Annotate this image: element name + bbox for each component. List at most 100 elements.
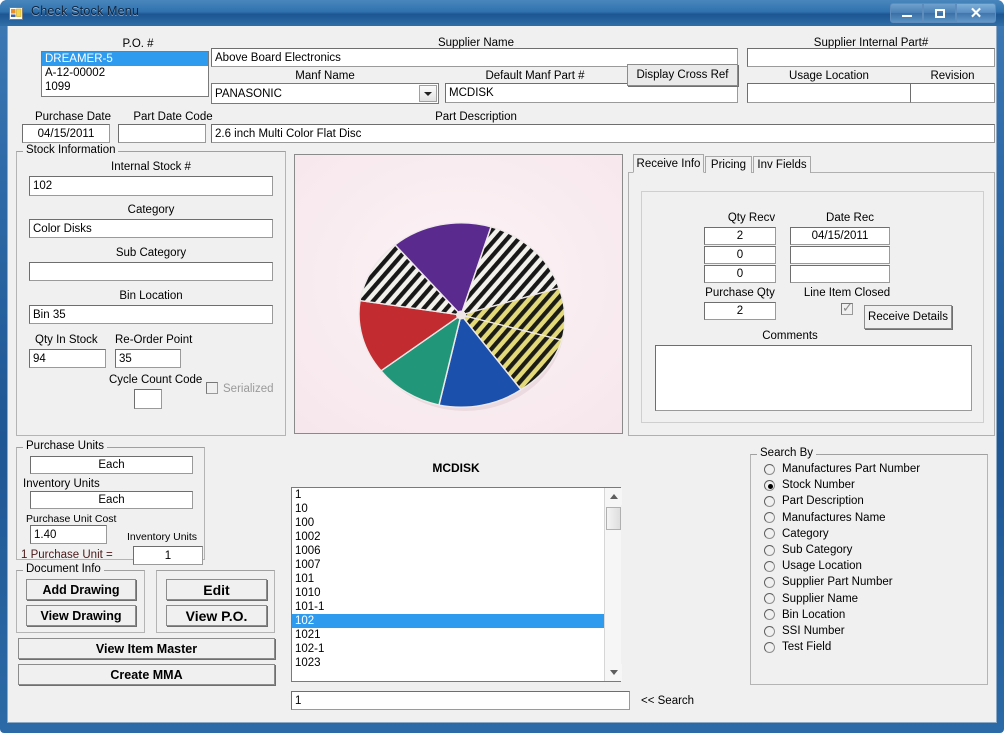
radio-icon[interactable] bbox=[764, 593, 775, 605]
search-option-label: Part Description bbox=[782, 495, 864, 508]
conversion-value-field[interactable]: 1 bbox=[133, 546, 203, 565]
po-list-item[interactable]: 1099 bbox=[42, 80, 208, 94]
radio-icon[interactable] bbox=[764, 544, 775, 556]
radio-icon[interactable] bbox=[764, 528, 775, 540]
internal-stock-field[interactable]: 102 bbox=[29, 176, 273, 196]
qty-recv-field-1[interactable]: 2 bbox=[704, 227, 776, 245]
list-item[interactable]: 1010 bbox=[292, 586, 620, 600]
serialized-checkbox[interactable] bbox=[206, 382, 218, 394]
radio-icon[interactable] bbox=[764, 576, 775, 588]
list-item[interactable]: 1002 bbox=[292, 530, 620, 544]
display-cross-ref-button[interactable]: Display Cross Ref bbox=[627, 64, 738, 86]
usage-location-field[interactable] bbox=[747, 83, 911, 103]
purchase-qty-field[interactable]: 2 bbox=[704, 302, 776, 320]
po-number-listbox[interactable]: DREAMER-5 A-12-00002 1099 bbox=[41, 51, 209, 97]
results-scrollbar[interactable] bbox=[604, 488, 622, 681]
results-listbox[interactable]: 1 10 100 1002 1006 1007 101 1010 101-1 102 1021 102… bbox=[291, 487, 621, 682]
date-rec-field-2[interactable] bbox=[790, 246, 890, 264]
search-option-label: Supplier Name bbox=[782, 592, 859, 605]
add-drawing-button[interactable]: Add Drawing bbox=[26, 579, 136, 600]
search-option-bin-location[interactable]: Bin Location bbox=[764, 609, 845, 621]
purchase-date-field[interactable]: 04/15/2011 bbox=[22, 124, 110, 143]
cycle-count-code-field[interactable] bbox=[134, 389, 162, 409]
radio-icon[interactable] bbox=[764, 479, 775, 491]
date-rec-field-1[interactable]: 04/15/2011 bbox=[790, 227, 890, 245]
list-item[interactable]: 1023 bbox=[292, 656, 620, 670]
part-description-field[interactable]: 2.6 inch Multi Color Flat Disc bbox=[211, 124, 995, 143]
view-po-button[interactable]: View P.O. bbox=[166, 605, 267, 626]
part-date-code-field[interactable] bbox=[118, 124, 206, 143]
radio-icon[interactable] bbox=[764, 609, 775, 621]
purchase-unit-cost-field[interactable]: 1.40 bbox=[30, 525, 107, 544]
chevron-down-icon[interactable] bbox=[419, 85, 437, 102]
search-option-supplier-name[interactable]: Supplier Name bbox=[764, 593, 858, 605]
minimize-button[interactable] bbox=[890, 3, 923, 23]
inventory-units-field[interactable]: Each bbox=[30, 491, 193, 509]
edit-button[interactable]: Edit bbox=[166, 579, 267, 600]
maximize-button[interactable] bbox=[923, 3, 956, 23]
view-item-master-button[interactable]: View Item Master bbox=[18, 638, 275, 659]
create-mma-button[interactable]: Create MMA bbox=[18, 664, 275, 685]
qty-in-stock-field[interactable]: 94 bbox=[29, 349, 106, 368]
list-item[interactable]: 1 bbox=[292, 488, 620, 502]
date-rec-field-3[interactable] bbox=[790, 265, 890, 283]
po-list-item[interactable]: A-12-00002 bbox=[42, 66, 208, 80]
line-item-closed-checkbox[interactable] bbox=[841, 300, 853, 316]
purchase-units-group: Purchase Units Each Inventory Units Each… bbox=[16, 440, 205, 565]
sub-category-field[interactable] bbox=[29, 262, 273, 281]
radio-icon[interactable] bbox=[764, 512, 775, 524]
radio-icon[interactable] bbox=[764, 625, 775, 637]
list-item[interactable]: 102 bbox=[292, 614, 620, 628]
manf-name-combobox[interactable]: PANASONIC bbox=[211, 83, 439, 104]
view-drawing-button[interactable]: View Drawing bbox=[26, 605, 136, 626]
qty-recv-field-2[interactable]: 0 bbox=[704, 246, 776, 264]
list-item[interactable]: 100 bbox=[292, 516, 620, 530]
search-option-sub-category[interactable]: Sub Category bbox=[764, 544, 852, 556]
radio-icon[interactable] bbox=[764, 463, 775, 475]
list-item[interactable]: 1021 bbox=[292, 628, 620, 642]
search-option-manufactures-part-number[interactable]: Manufactures Part Number bbox=[764, 463, 920, 475]
revision-field[interactable] bbox=[910, 83, 995, 103]
form-icon bbox=[9, 6, 24, 21]
list-item[interactable]: 101-1 bbox=[292, 600, 620, 614]
radio-icon[interactable] bbox=[764, 495, 775, 507]
search-option-manufactures-name[interactable]: Manufactures Name bbox=[764, 512, 886, 524]
close-button[interactable]: ✕ bbox=[956, 3, 996, 23]
tab-pricing[interactable]: Pricing bbox=[705, 156, 752, 173]
supplier-internal-part-field[interactable] bbox=[747, 48, 995, 67]
list-item[interactable]: 1007 bbox=[292, 558, 620, 572]
tab-inv-fields[interactable]: Inv Fields bbox=[753, 156, 811, 173]
category-field[interactable]: Color Disks bbox=[29, 219, 273, 238]
receive-details-button[interactable]: Receive Details bbox=[864, 305, 952, 329]
tab-receive-info[interactable]: Receive Info bbox=[633, 154, 704, 173]
search-option-usage-location[interactable]: Usage Location bbox=[764, 560, 862, 572]
po-list-item[interactable]: DREAMER-5 bbox=[42, 52, 208, 66]
qty-recv-field-3[interactable]: 0 bbox=[704, 265, 776, 283]
list-item[interactable]: 10 bbox=[292, 502, 620, 516]
internal-stock-label: Internal Stock # bbox=[111, 161, 191, 173]
title-bar[interactable]: Check Stock Menu ✕ bbox=[0, 0, 1004, 26]
scroll-down-icon[interactable] bbox=[605, 664, 622, 681]
search-option-part-description[interactable]: Part Description bbox=[764, 495, 864, 507]
search-option-ssi-number[interactable]: SSI Number bbox=[764, 625, 845, 637]
scroll-up-icon[interactable] bbox=[605, 488, 622, 505]
bin-location-field[interactable]: Bin 35 bbox=[29, 305, 273, 324]
tab-strip: Receive Info Pricing Inv Fields bbox=[633, 154, 833, 173]
search-option-supplier-part-number[interactable]: Supplier Part Number bbox=[764, 576, 893, 588]
search-option-category[interactable]: Category bbox=[764, 528, 829, 540]
purchase-units-field[interactable]: Each bbox=[30, 456, 193, 474]
search-option-stock-number[interactable]: Stock Number bbox=[764, 479, 855, 491]
radio-icon[interactable] bbox=[764, 641, 775, 653]
radio-icon[interactable] bbox=[764, 560, 775, 572]
search-input[interactable]: 1 bbox=[291, 691, 630, 710]
comments-textarea[interactable] bbox=[655, 345, 972, 411]
search-button[interactable]: << Search bbox=[641, 695, 694, 707]
search-option-test-field[interactable]: Test Field bbox=[764, 641, 831, 653]
default-manf-part-field[interactable]: MCDISK bbox=[445, 83, 738, 103]
category-label: Category bbox=[127, 204, 175, 216]
reorder-point-field[interactable]: 35 bbox=[115, 349, 181, 368]
list-item[interactable]: 102-1 bbox=[292, 642, 620, 656]
scrollbar-thumb[interactable] bbox=[606, 507, 621, 530]
list-item[interactable]: 101 bbox=[292, 572, 620, 586]
list-item[interactable]: 1006 bbox=[292, 544, 620, 558]
